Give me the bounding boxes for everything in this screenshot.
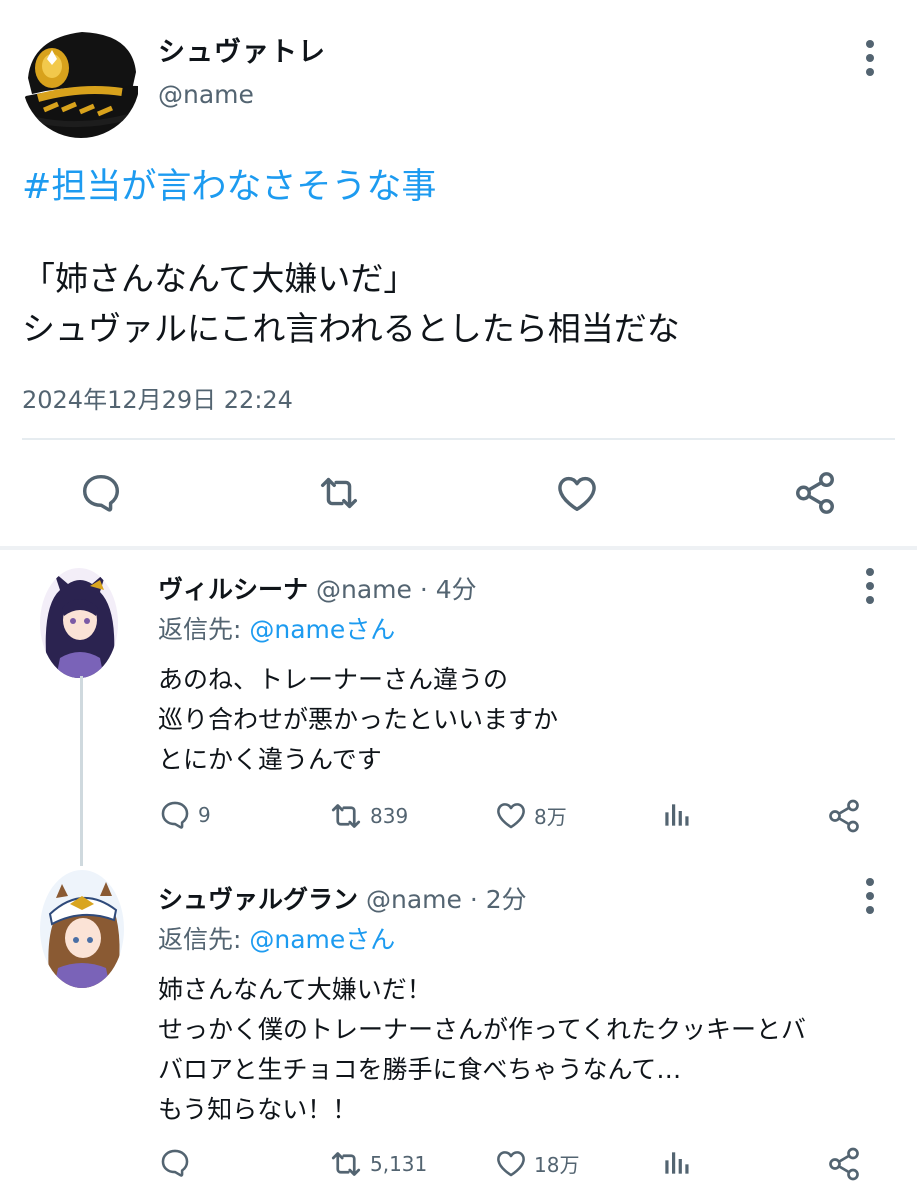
more-icon[interactable]	[864, 38, 876, 78]
like-icon	[497, 803, 525, 829]
reply-author-name[interactable]: ヴィルシーナ	[158, 570, 308, 606]
retweet-count-value: 839	[370, 804, 409, 828]
retweet-icon	[331, 804, 361, 828]
tweet-text-line: 「姉さんなんて大嫌いだ」	[22, 259, 417, 298]
section-divider	[0, 546, 917, 550]
reply-icon	[161, 1149, 189, 1177]
reply-icon	[161, 801, 189, 829]
more-icon[interactable]	[864, 876, 876, 916]
like-count-value: 18万	[534, 1152, 580, 1177]
tweet-text-line: シュヴァルにこれ言われるとしたら相当だな	[22, 309, 680, 348]
reply-text-line: 巡り合わせが悪かったといいますか	[158, 705, 559, 734]
like-count[interactable]: 18万	[494, 1146, 579, 1180]
retweet-icon	[331, 1152, 361, 1176]
author-handle[interactable]: @name	[158, 80, 254, 109]
share-icon[interactable]	[826, 1146, 862, 1182]
tweet-timestamp[interactable]: 2024年12月29日 22:24	[22, 380, 293, 415]
reply-to-mention[interactable]: @nameさん	[249, 925, 395, 954]
like-icon[interactable]	[554, 470, 600, 516]
reply-avatar[interactable]	[40, 870, 124, 988]
share-icon[interactable]	[792, 470, 838, 516]
thread-line	[80, 676, 83, 866]
author-avatar[interactable]	[22, 20, 140, 138]
retweet-count[interactable]: 839	[328, 798, 408, 834]
hashtag-link[interactable]: #担当が言わなさそうな事	[22, 158, 436, 209]
retweet-icon[interactable]	[316, 470, 362, 516]
reply-to-line: 返信先: @nameさん	[158, 610, 395, 646]
reply-author-meta[interactable]: @name · 2分	[366, 880, 527, 916]
like-count-value: 8万	[534, 804, 567, 829]
divider	[22, 438, 895, 440]
views-icon[interactable]	[660, 798, 692, 832]
reply-text-line: バロアと生チョコを勝手に食べちゃうなんて…	[158, 1055, 682, 1084]
reply-text-line: あのね、トレーナーさん違うの	[158, 665, 509, 694]
reply-count-value: 9	[198, 803, 211, 827]
reply-to-mention[interactable]: @nameさん	[249, 615, 395, 644]
reply-to-prefix: 返信先:	[158, 925, 250, 954]
reply-to-line: 返信先: @nameさん	[158, 920, 395, 956]
reply-to-prefix: 返信先:	[158, 615, 250, 644]
reply-author-name[interactable]: シュヴァルグラン	[158, 880, 358, 916]
like-count[interactable]: 8万	[494, 798, 567, 832]
reply-icon[interactable]	[78, 470, 124, 516]
reply-avatar[interactable]	[40, 568, 118, 678]
reply-text-line: 姉さんなんて大嫌いだ！	[158, 975, 432, 1004]
views-icon[interactable]	[660, 1146, 692, 1180]
reply-count[interactable]: 9	[158, 798, 211, 832]
retweet-count-value: 5,131	[370, 1152, 428, 1176]
share-icon[interactable]	[826, 798, 862, 834]
author-name[interactable]: シュヴァトレ	[158, 30, 326, 69]
reply-count[interactable]	[158, 1146, 198, 1180]
retweet-count[interactable]: 5,131	[328, 1146, 427, 1182]
like-icon	[497, 1151, 525, 1177]
reply-text-line: せっかく僕のトレーナーさんが作ってくれたクッキーとバ	[158, 1015, 807, 1044]
reply-text-line: もう知らない！！	[158, 1095, 358, 1124]
reply-author-meta[interactable]: @name · 4分	[316, 570, 477, 606]
more-icon[interactable]	[864, 566, 876, 606]
reply-text-line: とにかく違うんです	[158, 745, 382, 774]
